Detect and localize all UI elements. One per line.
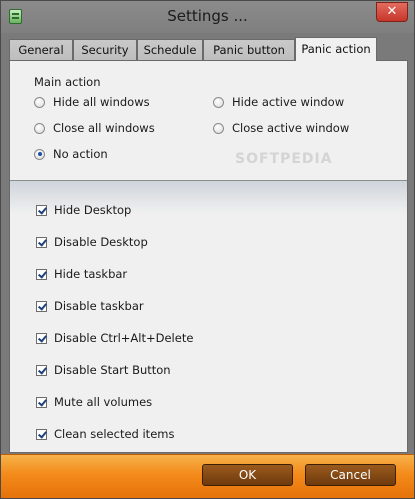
tab-schedule[interactable]: Schedule bbox=[137, 39, 203, 61]
main-action-label: Main action bbox=[34, 75, 101, 89]
radio-label: Close all windows bbox=[53, 121, 155, 135]
checkbox-disable-desktop[interactable]: Disable Desktop bbox=[36, 234, 148, 250]
checkbox-label: Clean selected items bbox=[54, 427, 175, 441]
radio-label: Hide active window bbox=[232, 95, 345, 109]
panic-action-panel: Main action Hide all windows Hide active… bbox=[9, 60, 408, 453]
cancel-button[interactable]: Cancel bbox=[305, 464, 396, 486]
checkbox-hide-desktop[interactable]: Hide Desktop bbox=[36, 202, 131, 218]
radio-hide-active-window[interactable]: Hide active window bbox=[213, 94, 344, 110]
checkbox-checked-icon[interactable] bbox=[36, 204, 47, 216]
tab-strip: General Security Schedule Panic button P… bbox=[9, 37, 408, 61]
checkbox-disable-ctrl-alt-delete[interactable]: Disable Ctrl+Alt+Delete bbox=[36, 330, 193, 346]
checkbox-checked-icon[interactable] bbox=[36, 236, 47, 248]
radio-close-all-windows[interactable]: Close all windows bbox=[34, 120, 155, 136]
radio-label: Hide all windows bbox=[53, 95, 150, 109]
tab-security[interactable]: Security bbox=[73, 39, 137, 61]
radio-button-icon[interactable] bbox=[213, 96, 224, 108]
radio-button-selected-icon[interactable] bbox=[34, 148, 45, 160]
radio-button-icon[interactable] bbox=[34, 96, 45, 108]
close-button[interactable]: ✕ bbox=[376, 2, 408, 22]
radio-button-icon[interactable] bbox=[34, 122, 45, 134]
radio-label: No action bbox=[53, 147, 108, 161]
checkbox-checked-icon[interactable] bbox=[36, 364, 47, 376]
radio-no-action[interactable]: No action bbox=[34, 146, 108, 162]
ok-button[interactable]: OK bbox=[202, 464, 293, 486]
checkbox-mute-all-volumes[interactable]: Mute all volumes bbox=[36, 394, 152, 410]
settings-window: Settings ... ✕ General Security Schedule… bbox=[0, 0, 415, 499]
checkbox-clean-selected-items[interactable]: Clean selected items bbox=[36, 426, 174, 442]
checkbox-checked-icon[interactable] bbox=[36, 268, 47, 280]
checkbox-label: Disable taskbar bbox=[54, 299, 144, 313]
tab-panic-button[interactable]: Panic button bbox=[203, 39, 295, 61]
checkbox-checked-icon[interactable] bbox=[36, 428, 47, 440]
checkbox-label: Disable Ctrl+Alt+Delete bbox=[54, 331, 194, 345]
checkbox-label: Hide taskbar bbox=[54, 267, 128, 281]
radio-button-icon[interactable] bbox=[213, 122, 224, 134]
checkbox-label: Hide Desktop bbox=[54, 203, 132, 217]
window-title: Settings ... bbox=[167, 7, 248, 25]
watermark: SOFTPEDIA bbox=[235, 151, 333, 167]
checkbox-label: Mute all volumes bbox=[54, 395, 153, 409]
checkbox-checked-icon[interactable] bbox=[36, 396, 47, 408]
main-action-group: Main action Hide all windows Hide active… bbox=[10, 61, 407, 181]
close-icon: ✕ bbox=[386, 4, 398, 19]
checkbox-disable-start-button[interactable]: Disable Start Button bbox=[36, 362, 171, 378]
checkbox-disable-taskbar[interactable]: Disable taskbar bbox=[36, 298, 144, 314]
tab-general[interactable]: General bbox=[9, 39, 73, 61]
checkbox-hide-taskbar[interactable]: Hide taskbar bbox=[36, 266, 127, 282]
radio-close-active-window[interactable]: Close active window bbox=[213, 120, 349, 136]
checkbox-label: Disable Desktop bbox=[54, 235, 148, 249]
title-bar[interactable]: Settings ... ✕ bbox=[1, 1, 414, 33]
radio-label: Close active window bbox=[232, 121, 350, 135]
checkbox-label: Disable Start Button bbox=[54, 363, 171, 377]
options-group: Hide Desktop Disable Desktop Hide taskba… bbox=[10, 181, 407, 452]
tab-panic-action[interactable]: Panic action bbox=[295, 37, 377, 61]
checkbox-checked-icon[interactable] bbox=[36, 300, 47, 312]
button-bar: OK Cancel bbox=[1, 454, 414, 498]
radio-hide-all-windows[interactable]: Hide all windows bbox=[34, 94, 150, 110]
checkbox-checked-icon[interactable] bbox=[36, 332, 47, 344]
